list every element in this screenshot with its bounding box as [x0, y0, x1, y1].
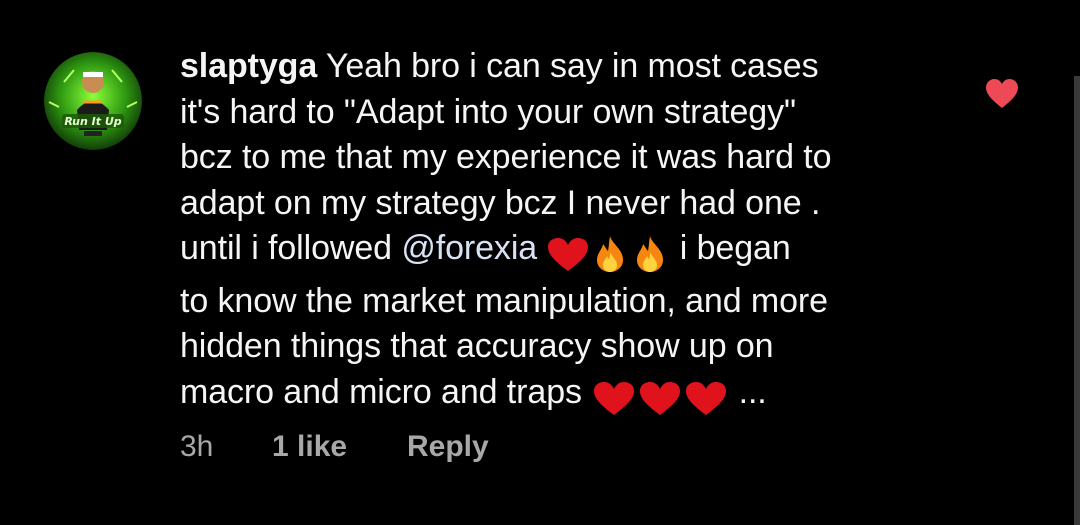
avatar-badge-text: Run It Up	[64, 115, 121, 128]
red-heart-icon	[686, 381, 727, 415]
comment-line: slaptyga Yeah bro i can say in most case…	[180, 44, 960, 90]
red-heart-icon	[548, 238, 589, 271]
comment-line: to know the market manipulation, and mor…	[180, 279, 960, 325]
comment-text: macro and micro and traps	[180, 372, 592, 411]
comment-text: to know the market manipulation, and mor…	[180, 281, 828, 320]
comment-line: adapt on my strategy bcz I never had one…	[180, 181, 960, 227]
avatar[interactable]: Run It Up	[44, 52, 142, 150]
comment-line: until i followed @forexia i began	[180, 226, 960, 279]
comment-text: until i followed	[180, 229, 402, 267]
scrollbar-edge[interactable]	[1074, 76, 1080, 525]
comment-timestamp: 3h	[180, 430, 214, 463]
like-count-button[interactable]: 1 like	[272, 430, 347, 464]
heart-icon[interactable]	[985, 78, 1019, 110]
comment-line: macro and micro and traps ...	[180, 370, 960, 423]
comment-text: hidden things that accuracy show up on	[180, 327, 774, 365]
comment-body: slaptyga Yeah bro i can say in most case…	[180, 44, 960, 422]
comment-text: bcz to me that my experience it was hard…	[180, 138, 832, 176]
comment-text: adapt on my strategy bcz I never had one…	[180, 183, 821, 222]
comment-username[interactable]: slaptyga	[180, 47, 317, 85]
red-heart-icon	[640, 381, 681, 415]
comment-line: it's hard to "Adapt into your own strate…	[180, 90, 960, 136]
comment-text: ...	[729, 372, 767, 411]
fire-icon	[597, 236, 624, 272]
comment-text: it's hard to "Adapt into your own strate…	[180, 92, 796, 131]
comment-text: i began	[670, 229, 791, 267]
red-heart-icon	[594, 381, 635, 415]
comment-line: bcz to me that my experience it was hard…	[180, 135, 960, 181]
fire-icon	[637, 236, 664, 272]
mention-link[interactable]: @forexia	[401, 229, 537, 267]
comment-line: hidden things that accuracy show up on	[180, 324, 960, 370]
comment-text: Yeah bro i can say in most cases	[317, 47, 819, 85]
reply-button[interactable]: Reply	[407, 430, 489, 464]
